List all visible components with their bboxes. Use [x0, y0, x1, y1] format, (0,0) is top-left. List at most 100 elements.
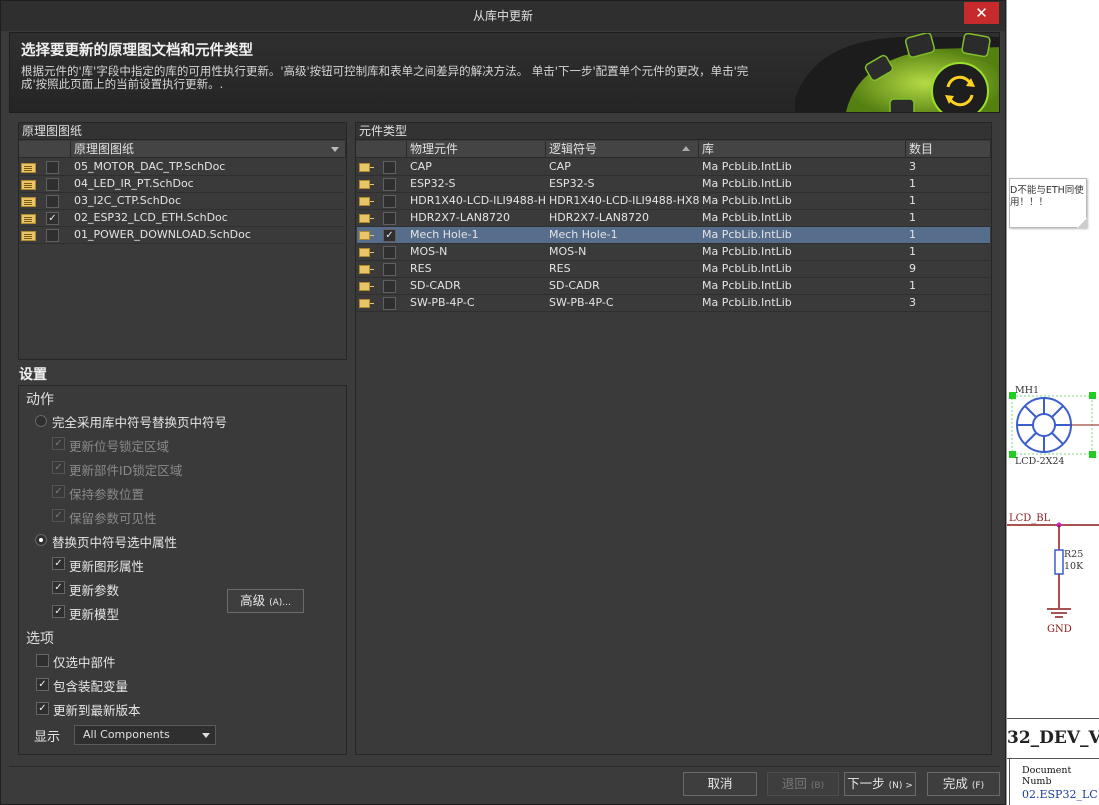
component-row[interactable]: CAP CAP Ma PcbLib.IntLib 3: [357, 159, 990, 176]
cancel-button[interactable]: 取消: [683, 772, 757, 796]
component-row[interactable]: ✓ Mech Hole-1 Mech Hole-1 Ma PcbLib.IntLib 1: [357, 227, 990, 244]
sheet-checkbox[interactable]: [46, 229, 59, 242]
component-checkbox[interactable]: [383, 212, 396, 225]
replace-all-label: 完全采用库中符号替换页中符号: [52, 415, 228, 430]
lock-partid-label: 更新部件ID锁定区域: [69, 463, 183, 478]
doc-number-value: 02.ESP32_LC: [1022, 788, 1098, 801]
sheet-row[interactable]: ✓ 02_ESP32_LCD_ETH.SchDoc: [20, 210, 345, 227]
sheet-name: 02_ESP32_LCD_ETH.SchDoc: [74, 211, 228, 224]
replace-selected-label: 替换页中符号选中属性: [52, 535, 178, 550]
show-select-value: All Components: [83, 728, 170, 741]
finish-button[interactable]: 完成 (F): [927, 772, 1000, 796]
close-button[interactable]: ✕: [964, 2, 999, 24]
component-icon: [359, 299, 374, 308]
comp-col-icon: [356, 141, 407, 158]
dialog-title: 从库中更新: [472, 9, 533, 23]
physical-component: SW-PB-4P-C: [410, 296, 475, 309]
component-checkbox[interactable]: [383, 246, 396, 259]
component-row[interactable]: SD-CADR SD-CADR Ma PcbLib.IntLib 1: [357, 278, 990, 295]
logical-symbol: Mech Hole-1: [549, 228, 618, 241]
sheet-name: 04_LED_IR_PT.SchDoc: [74, 177, 194, 190]
component-count: 3: [909, 296, 916, 309]
mh-comment: LCD-2X24: [1015, 456, 1065, 467]
show-components-select[interactable]: All Components: [74, 725, 216, 745]
advanced-button[interactable]: 高级 (A)...: [227, 589, 304, 613]
include-variants-label: 包含装配变量: [53, 679, 129, 694]
library-name: Ma PcbLib.IntLib: [702, 279, 792, 292]
resistor-circuit[interactable]: [1007, 515, 1099, 630]
dialog-titlebar[interactable]: 从库中更新: [1, 1, 1005, 31]
selected-only-checkbox[interactable]: [36, 654, 49, 667]
schematic-canvas[interactable]: D不能与ETH同使用！！！ MH1 LCD-2X24 LCD_BL R25 10…: [1006, 0, 1099, 805]
component-checkbox[interactable]: [383, 195, 396, 208]
schdoc-icon: [21, 197, 36, 207]
sheet-checkbox[interactable]: [46, 195, 59, 208]
latest-revision-label: 更新到最新版本: [53, 703, 141, 718]
sheet-row[interactable]: 03_I2C_CTP.SchDoc: [20, 193, 345, 210]
sheet-row[interactable]: 04_LED_IR_PT.SchDoc: [20, 176, 345, 193]
header-description: 根据元件的'库'字段中指定的库的可用性执行更新。'高级'按钮可控制库和表单之间差…: [21, 64, 749, 91]
component-count: 1: [909, 245, 916, 258]
sheet-checkbox[interactable]: [46, 161, 59, 174]
sheet-row[interactable]: 01_POWER_DOWNLOAD.SchDoc: [20, 227, 345, 244]
logical-symbol: SW-PB-4P-C: [549, 296, 614, 309]
replace-all-radio[interactable]: [35, 415, 47, 427]
component-checkbox[interactable]: [383, 280, 396, 293]
component-count: 1: [909, 279, 916, 292]
component-row[interactable]: SW-PB-4P-C SW-PB-4P-C Ma PcbLib.IntLib 3: [357, 295, 990, 312]
components-panel-title: 元件类型: [356, 123, 991, 140]
component-checkbox[interactable]: [383, 178, 396, 191]
sheets-col-label: 原理图图纸: [74, 142, 135, 156]
library-name: Ma PcbLib.IntLib: [702, 160, 792, 173]
update-graphics-checkbox[interactable]: ✓: [52, 557, 65, 570]
component-checkbox[interactable]: [383, 297, 396, 310]
component-count: 1: [909, 211, 916, 224]
update-models-checkbox[interactable]: ✓: [52, 605, 65, 618]
update-params-checkbox[interactable]: ✓: [52, 581, 65, 594]
component-count: 1: [909, 228, 916, 241]
finish-shortcut: (F): [971, 781, 985, 791]
physical-component: ESP32-S: [410, 177, 456, 190]
comp-col-library[interactable]: 库: [699, 141, 906, 158]
replace-selected-radio[interactable]: [35, 534, 47, 546]
comp-col-physical[interactable]: 物理元件: [407, 141, 546, 158]
title-block-divider: [1007, 758, 1099, 759]
library-name: Ma PcbLib.IntLib: [702, 262, 792, 275]
component-row[interactable]: HDR1X40-LCD-ILI9488-HX8357HDR1X40-LCD-IL…: [357, 193, 990, 210]
component-row[interactable]: ESP32-S ESP32-S Ma PcbLib.IntLib 1: [357, 176, 990, 193]
component-row[interactable]: RES RES Ma PcbLib.IntLib 9: [357, 261, 990, 278]
component-checkbox[interactable]: [383, 263, 396, 276]
sort-arrow-icon: [331, 147, 339, 152]
sheets-panel: 原理图图纸 原理图图纸 05_MOTOR_DAC_TP.SchDoc 04_LED…: [18, 122, 347, 360]
component-row[interactable]: MOS-N MOS-N Ma PcbLib.IntLib 1: [357, 244, 990, 261]
sort-up-icon: [682, 146, 690, 151]
component-count: 1: [909, 194, 916, 207]
logical-symbol: HDR1X40-LCD-ILI9488-HX8357: [549, 194, 699, 207]
back-button[interactable]: 退回 (B): [767, 772, 839, 796]
comp-col-physical-label: 物理元件: [410, 142, 459, 156]
include-variants-checkbox[interactable]: ✓: [36, 678, 49, 691]
component-checkbox[interactable]: [383, 161, 396, 174]
sheet-checkbox[interactable]: ✓: [46, 212, 59, 225]
sheets-col-name[interactable]: 原理图图纸: [71, 141, 346, 158]
actions-label: 动作: [26, 392, 54, 408]
logical-symbol: SD-CADR: [549, 279, 600, 292]
gnd-label: GND: [1047, 624, 1072, 635]
component-checkbox[interactable]: ✓: [383, 229, 396, 242]
mech-hole-symbol[interactable]: [1009, 392, 1099, 458]
comp-col-count[interactable]: 数目: [906, 141, 991, 158]
comp-col-logical[interactable]: 逻辑符号: [546, 141, 699, 158]
sheet-checkbox[interactable]: [46, 178, 59, 191]
note-fold: [1077, 218, 1087, 228]
update-graphic-icon: [795, 33, 999, 112]
resistor-designator: R25: [1064, 549, 1084, 560]
component-row[interactable]: HDR2X7-LAN8720 HDR2X7-LAN8720 Ma PcbLib.In…: [357, 210, 990, 227]
sheet-row[interactable]: 05_MOTOR_DAC_TP.SchDoc: [20, 159, 345, 176]
sheet-name: 01_POWER_DOWNLOAD.SchDoc: [74, 228, 251, 241]
library-name: Ma PcbLib.IntLib: [702, 245, 792, 258]
component-icon: [359, 163, 374, 172]
latest-revision-checkbox[interactable]: ✓: [36, 702, 49, 715]
next-button[interactable]: 下一步 (N) >: [844, 772, 916, 796]
component-count: 9: [909, 262, 916, 275]
settings-title: 设置: [19, 367, 47, 383]
